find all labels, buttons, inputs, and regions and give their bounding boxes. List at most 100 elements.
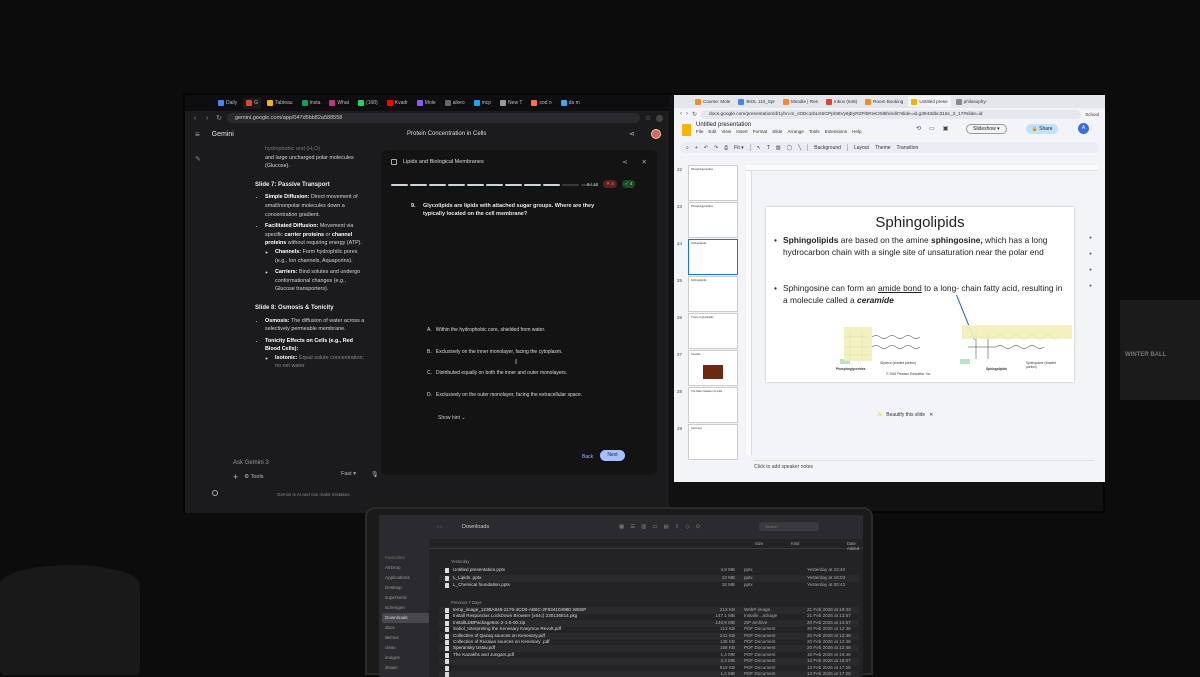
back-icon[interactable]: ‹	[680, 111, 682, 117]
history-icon[interactable]: ⟲	[916, 125, 921, 132]
comment-icon[interactable]: ▭	[929, 125, 935, 132]
settings-icon[interactable]	[212, 490, 218, 496]
list-view-icon[interactable]: ☰	[630, 524, 635, 530]
speaker-notes[interactable]: Click to add speaker notes	[754, 460, 1094, 470]
slide-thumbnail[interactable]: Steroids	[688, 350, 738, 386]
sidebar-item-demos[interactable]: demos	[385, 633, 429, 643]
tab-11[interactable]: sod n	[528, 98, 554, 109]
menu-help[interactable]: Help	[852, 129, 861, 134]
forward-icon[interactable]: ›	[203, 115, 211, 122]
sidebar-item-clean[interactable]: clean	[385, 643, 429, 653]
sidebar-item-airdrop[interactable]: AirDrop	[385, 563, 429, 573]
slide-thumbnail[interactable]: Sphingolipids	[688, 276, 738, 312]
background-button[interactable]: Background	[814, 145, 841, 151]
tab-9[interactable]: mcp	[471, 98, 494, 109]
reload-icon[interactable]: ↻	[215, 114, 223, 122]
select-tool-icon[interactable]: ↖	[757, 145, 761, 151]
tab-2[interactable]: Tableau	[264, 98, 296, 109]
file-row[interactable]: L_Lipids .pptx 13 MB pptx Yesterday at 16:0…	[439, 574, 859, 582]
show-hint-button[interactable]: Show hint ⌄	[438, 415, 466, 421]
slide-thumbnail-row[interactable]: 23 Phosphoglycerides	[674, 202, 742, 242]
slide-thumbnail-row[interactable]: 25 Sphingolipids	[674, 276, 742, 316]
slide-thumbnail[interactable]: Sphingolipids	[688, 239, 738, 275]
answer-option-c[interactable]: C. Distributed equally on both the inner …	[419, 365, 629, 382]
lipid-figure[interactable]: Phosphoglycerides Glycerol (shaded porti…	[836, 325, 1072, 376]
column-view-icon[interactable]: ▥	[641, 524, 646, 530]
slide-thumbnail-row[interactable]: 29 Summary	[674, 424, 742, 464]
view-options[interactable]: ▦ ☰ ▥ ▭ ▤ ⇪ ◇ ⊙	[619, 524, 700, 530]
tab-3[interactable]: Inbox (648)	[823, 96, 860, 107]
new-chat-icon[interactable]: ✎	[195, 155, 201, 163]
tab-1[interactable]: BIOL 110_Spr	[735, 96, 778, 107]
slide-thumbnail-row[interactable]: 22 Phosphoglycerides	[674, 165, 742, 205]
sidebar-item-supersonic[interactable]: supersonic	[385, 593, 429, 603]
sidebar-item-docs[interactable]: docs	[385, 623, 429, 633]
group-icon[interactable]: ▤	[664, 524, 669, 530]
text-box-icon[interactable]: T	[767, 145, 770, 151]
share-icon[interactable]: ⋖	[629, 130, 635, 138]
menu-tools[interactable]: Tools	[809, 129, 820, 134]
profile-icon[interactable]	[656, 114, 663, 122]
star-icon[interactable]: ☆	[644, 114, 652, 122]
tab-5[interactable]: (168)	[355, 98, 381, 109]
forward-icon[interactable]: ›	[686, 111, 688, 117]
slide-thumbnail[interactable]: Types of glycolipids	[688, 313, 738, 349]
tag-icon[interactable]: ◇	[685, 524, 689, 530]
slide-thumbnail-row[interactable]: 24 Sphingolipids	[674, 239, 742, 279]
tab-6[interactable]: philosophy-	[953, 96, 991, 107]
add-icon[interactable]: +	[695, 145, 698, 151]
slide-thumbnail[interactable]: Phosphoglycerides	[688, 165, 738, 201]
tab-0[interactable]: Course: Mole	[692, 96, 733, 107]
url-field[interactable]: gemini.google.com/app/047d5bb82a588558	[227, 113, 640, 123]
mic-icon[interactable]: 🎙	[371, 471, 379, 478]
tab-0[interactable]: Daily	[215, 98, 240, 109]
shape-icon[interactable]: ◯	[787, 145, 793, 151]
menu-slide[interactable]: Slide	[772, 129, 782, 134]
image-icon[interactable]: ▨	[776, 145, 781, 151]
maps-icon[interactable]: ●	[1089, 283, 1092, 289]
prompt-box[interactable]: Ask Gemini 3 + ⚙ Tools	[233, 460, 383, 482]
redo-icon[interactable]: ↷	[714, 145, 718, 151]
bullet-2[interactable]: Sphingosine can form an amide bond to a …	[774, 283, 1069, 306]
menu-insert[interactable]: Insert	[736, 129, 748, 134]
menu-file[interactable]: File	[696, 129, 703, 134]
mode-selector[interactable]: Fast ▾	[341, 471, 356, 477]
file-row[interactable]: 1,4 MB PDF Document 13 Feb 2026 at 17:28	[439, 671, 859, 677]
sidebar-item-desktop[interactable]: Desktop	[385, 583, 429, 593]
current-slide[interactable]: Sphingolipids Sphingolipids are based on…	[766, 207, 1074, 382]
sidebar-item-schengen[interactable]: schengen	[385, 603, 429, 613]
answer-option-d[interactable]: D. Exclusively on the outer monolayer, fa…	[419, 387, 629, 404]
theme-button[interactable]: Theme	[875, 145, 891, 151]
slide-thumbnail-row[interactable]: 26 Types of glycolipids	[674, 313, 742, 353]
slide-thumbnail[interactable]: The Main Classes of Lipids	[688, 387, 738, 423]
sidebar-item-downloads[interactable]: Downloads	[382, 613, 429, 623]
sidebar-item-applications[interactable]: Applications	[385, 573, 429, 583]
prompt-input[interactable]: Ask Gemini 3	[233, 460, 383, 466]
answer-option-b[interactable]: B. Exclusively on the inner monolayer, fa…	[419, 344, 629, 361]
gemini-brand[interactable]: Gemini	[212, 131, 234, 138]
tab-5[interactable]: Untitled prese	[908, 96, 951, 107]
menu-icon[interactable]: ≡	[195, 130, 200, 139]
reload-icon[interactable]: ↻	[692, 111, 697, 118]
grid-view-icon[interactable]: ▦	[619, 524, 624, 530]
sidebar-item-images[interactable]: images	[385, 653, 429, 663]
file-row[interactable]: L_Chemical foundation.pptx 18 MB pptx Yeste…	[439, 582, 859, 589]
menu-edit[interactable]: Edit	[708, 129, 716, 134]
tab-4[interactable]: What	[326, 98, 352, 109]
tab-4[interactable]: Room Booking	[862, 96, 906, 107]
undo-icon[interactable]: ↶	[704, 145, 708, 151]
back-icon[interactable]: ‹	[191, 115, 199, 122]
next-button[interactable]: Next	[600, 450, 625, 461]
print-icon[interactable]: ⎙	[724, 145, 728, 151]
avatar[interactable]	[651, 129, 661, 139]
tab-8[interactable]: aikeo	[442, 98, 468, 109]
slide-title[interactable]: Sphingolipids	[766, 214, 1074, 231]
tab-3[interactable]: Insta	[299, 98, 324, 109]
avatar[interactable]: A	[1078, 123, 1089, 134]
menu-extensions[interactable]: Extensions	[825, 129, 847, 134]
search-icon[interactable]: ⌕	[686, 145, 689, 151]
document-title[interactable]: Untitled presentation	[696, 122, 862, 128]
gallery-view-icon[interactable]: ▭	[652, 524, 657, 530]
share-button[interactable]: 🔒 Share	[1026, 124, 1058, 134]
slide-thumbnail[interactable]: Phosphoglycerides	[688, 202, 738, 238]
